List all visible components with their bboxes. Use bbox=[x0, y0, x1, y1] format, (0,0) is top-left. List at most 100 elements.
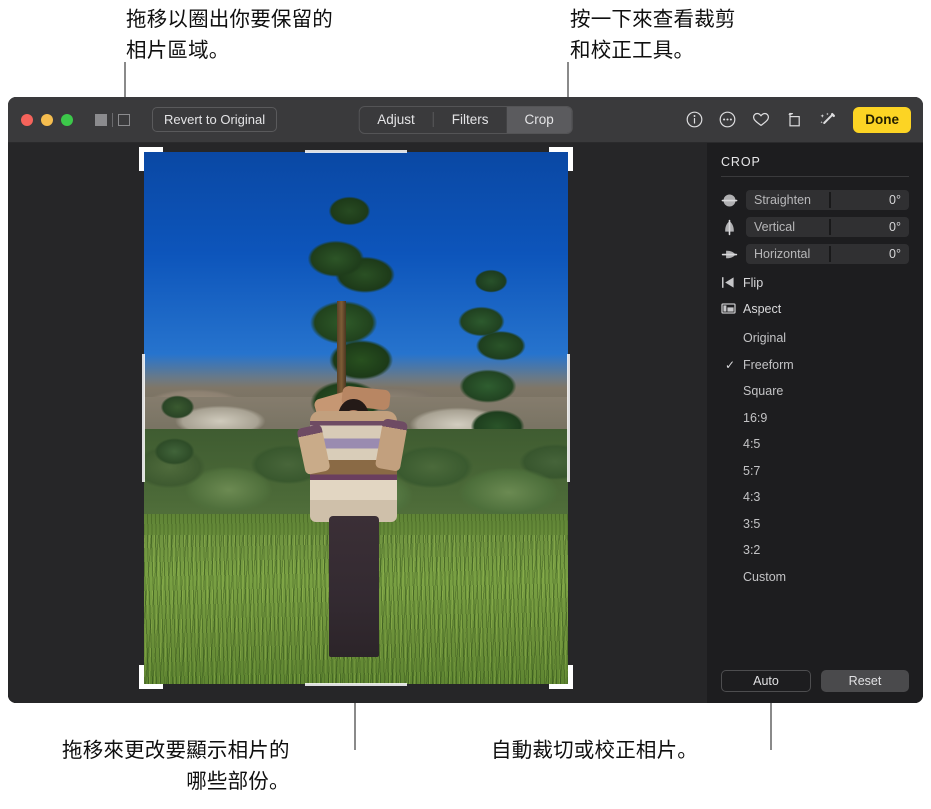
aspect-option-label: 3:5 bbox=[743, 516, 761, 531]
aspect-check-custom: ✓ bbox=[725, 570, 743, 584]
tab-adjust[interactable]: Adjust bbox=[359, 107, 433, 133]
crop-edge-right[interactable] bbox=[567, 354, 570, 482]
person-pants bbox=[328, 516, 380, 657]
aspect-check-square: ✓ bbox=[725, 384, 743, 398]
aspect-option-label: 5:7 bbox=[743, 463, 761, 478]
slider-track-straighten[interactable]: Straighten 0° bbox=[746, 190, 909, 210]
aspect-option-label: 3:2 bbox=[743, 543, 761, 558]
callout-top-right: 按一下來查看裁剪 和校正工具。 bbox=[570, 8, 736, 62]
aspect-label: Aspect bbox=[743, 301, 782, 316]
info-icon[interactable] bbox=[686, 111, 703, 128]
aspect-check-5-7: ✓ bbox=[725, 464, 743, 478]
aspect-option-label: Freeform bbox=[743, 357, 794, 372]
traffic-lights bbox=[21, 113, 73, 126]
aspect-check-3-5: ✓ bbox=[725, 517, 743, 531]
sidebar-bottom-buttons: Auto Reset bbox=[721, 670, 909, 692]
aspect-check-freeform: ✓ bbox=[725, 357, 736, 372]
flip-icon bbox=[721, 275, 736, 290]
aspect-option-label: Square bbox=[743, 384, 784, 399]
single-view-icon[interactable] bbox=[95, 113, 107, 126]
aspect-option-label: Original bbox=[743, 331, 787, 346]
crop-sidebar: CROP Straighten 0° Vertical 0° Horizonta… bbox=[707, 143, 923, 703]
slider-horizontal[interactable]: Horizontal 0° bbox=[721, 244, 909, 264]
crop-edge-bottom[interactable] bbox=[305, 683, 407, 686]
aspect-option-square[interactable]: ✓ Square bbox=[721, 378, 909, 405]
aspect-option-16-9[interactable]: ✓ 16:9 bbox=[721, 405, 909, 432]
callout-top-left: 拖移以圈出你要保留的 相片區域。 bbox=[126, 8, 333, 62]
slider-vertical[interactable]: Vertical 0° bbox=[721, 217, 909, 237]
slider-straighten[interactable]: Straighten 0° bbox=[721, 190, 909, 210]
flip-label: Flip bbox=[743, 275, 764, 290]
tab-crop[interactable]: Crop bbox=[506, 106, 572, 133]
photo-person bbox=[296, 370, 411, 663]
crop-handle-bottom-right[interactable] bbox=[549, 665, 573, 689]
window-body: CROP Straighten 0° Vertical 0° Horizonta… bbox=[8, 143, 923, 703]
aspect-option-label: Custom bbox=[743, 569, 787, 584]
crop-handle-top-right[interactable] bbox=[549, 147, 573, 171]
view-toggle[interactable] bbox=[95, 112, 130, 127]
aspect-icon bbox=[721, 301, 736, 316]
slider-value-straighten: 0° bbox=[889, 193, 901, 207]
slider-tick-straighten bbox=[829, 192, 831, 208]
view-toggle-divider bbox=[112, 112, 113, 127]
aspect-option-custom[interactable]: ✓ Custom bbox=[721, 564, 909, 591]
crop-edge-left[interactable] bbox=[142, 354, 145, 482]
callout-bottom-right: 自動裁切或校正相片。 bbox=[491, 739, 698, 762]
window-titlebar: Revert to Original Adjust Filters Crop D… bbox=[8, 97, 923, 143]
slider-track-vertical[interactable]: Vertical 0° bbox=[746, 217, 909, 237]
tab-filters[interactable]: Filters bbox=[434, 107, 507, 133]
aspect-option-3-5[interactable]: ✓ 3:5 bbox=[721, 511, 909, 538]
aspect-option-label: 4:3 bbox=[743, 490, 761, 505]
aspect-option-freeform[interactable]: ✓ Freeform bbox=[721, 352, 909, 379]
more-icon[interactable] bbox=[719, 111, 736, 128]
zoom-button[interactable] bbox=[61, 113, 73, 126]
aspect-options-list: ✓ Original ✓ Freeform ✓ Square ✓ 16:9 bbox=[721, 325, 909, 590]
photo-image bbox=[144, 152, 568, 684]
aspect-option-label: 16:9 bbox=[743, 410, 768, 425]
crop-edge-top[interactable] bbox=[305, 150, 407, 153]
slider-value-vertical: 0° bbox=[889, 220, 901, 234]
photos-editor-window: Revert to Original Adjust Filters Crop D… bbox=[8, 97, 923, 703]
magic-wand-icon[interactable] bbox=[819, 111, 837, 128]
edit-mode-segmented-control[interactable]: Adjust Filters Crop bbox=[358, 105, 573, 134]
slider-tick-vertical bbox=[829, 219, 831, 235]
favorite-heart-icon[interactable] bbox=[752, 111, 770, 128]
photo-canvas[interactable] bbox=[8, 143, 707, 703]
close-button[interactable] bbox=[21, 113, 33, 126]
slider-value-horizontal: 0° bbox=[889, 247, 901, 261]
reset-button[interactable]: Reset bbox=[821, 670, 909, 692]
slider-tick-horizontal bbox=[829, 246, 831, 262]
aspect-option-5-7[interactable]: ✓ 5:7 bbox=[721, 458, 909, 485]
callout-bottom-left: 拖移來更改要顯示相片的 哪些部份。 bbox=[62, 739, 290, 793]
straighten-icon bbox=[721, 192, 738, 209]
horizontal-icon bbox=[721, 246, 738, 263]
flip-row[interactable]: Flip bbox=[721, 275, 909, 290]
crop-section-title: CROP bbox=[721, 155, 761, 169]
revert-to-original-button[interactable]: Revert to Original bbox=[152, 107, 278, 132]
aspect-option-4-3[interactable]: ✓ 4:3 bbox=[721, 484, 909, 511]
rotate-icon[interactable] bbox=[786, 111, 803, 128]
screenshot-root: 拖移以圈出你要保留的 相片區域。 按一下來查看裁剪 和校正工具。 拖移來更改要顯… bbox=[0, 0, 931, 809]
aspect-check-16-9: ✓ bbox=[725, 411, 743, 425]
done-button[interactable]: Done bbox=[853, 106, 911, 133]
aspect-option-4-5[interactable]: ✓ 4:5 bbox=[721, 431, 909, 458]
slider-label-straighten: Straighten bbox=[754, 193, 811, 207]
aspect-check-4-5: ✓ bbox=[725, 437, 743, 451]
aspect-check-4-3: ✓ bbox=[725, 490, 743, 504]
slider-label-vertical: Vertical bbox=[754, 220, 795, 234]
auto-button[interactable]: Auto bbox=[721, 670, 811, 692]
vertical-icon bbox=[721, 219, 738, 236]
titlebar-actions: Done bbox=[686, 106, 911, 133]
aspect-row[interactable]: Aspect bbox=[721, 301, 909, 316]
split-view-icon[interactable] bbox=[118, 113, 130, 126]
crop-frame[interactable] bbox=[139, 147, 573, 689]
minimize-button[interactable] bbox=[41, 113, 53, 126]
section-divider bbox=[721, 176, 909, 177]
slider-track-horizontal[interactable]: Horizontal 0° bbox=[746, 244, 909, 264]
crop-handle-bottom-left[interactable] bbox=[139, 665, 163, 689]
aspect-option-original[interactable]: ✓ Original bbox=[721, 325, 909, 352]
crop-handle-top-left[interactable] bbox=[139, 147, 163, 171]
aspect-option-3-2[interactable]: ✓ 3:2 bbox=[721, 537, 909, 564]
photo-tree-left bbox=[152, 386, 204, 504]
aspect-option-label: 4:5 bbox=[743, 437, 761, 452]
